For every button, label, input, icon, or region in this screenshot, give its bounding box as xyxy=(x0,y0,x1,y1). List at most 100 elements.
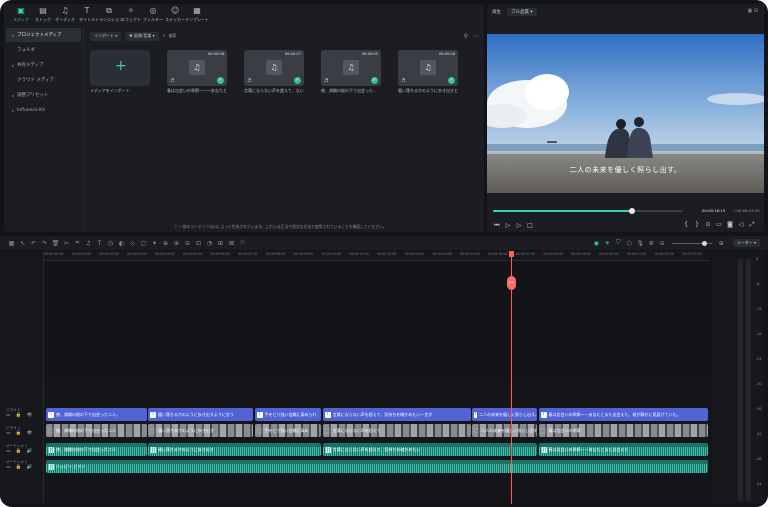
camera-icon[interactable]: ◙ xyxy=(726,221,734,229)
clock-icon[interactable]: ◔ xyxy=(204,240,215,247)
zoom-knob[interactable] xyxy=(701,240,707,246)
video-clip[interactable]: ▶優い落ちるかのように歩き出す xyxy=(147,424,254,437)
render-icon[interactable]: ⬡ xyxy=(624,240,635,247)
zoom-plus-icon[interactable]: ⊕ xyxy=(716,240,727,247)
side-nav-item[interactable]: クラウド メディア xyxy=(6,73,81,87)
import-dropdown[interactable]: インポート ▾ xyxy=(90,31,122,41)
search-input[interactable]: 検索 xyxy=(168,32,428,41)
mask-icon[interactable]: ▢ xyxy=(138,240,149,247)
title-clip[interactable]: T 優い落ちるかのように歩き出すように言う xyxy=(147,408,254,421)
media-thumbnail[interactable]: 00:00:06 ♫ ♬ ✓ xyxy=(167,50,227,86)
speed-icon[interactable]: ◷ xyxy=(105,240,116,247)
playback-progress-bar[interactable] xyxy=(493,208,683,214)
track-controls-icon[interactable]: ▭ 🔒 🔊 xyxy=(6,449,42,454)
video-clip[interactable]: ▶手をとり強い信頼に高め xyxy=(254,424,322,437)
media-card[interactable]: 00:00:06♫ ♬ ✓ 春は出会いの季節ーーーあなたとは... xyxy=(167,50,227,98)
asset-tab-effect[interactable]: ✧ エフェクト xyxy=(120,4,142,26)
asset-tab-transition[interactable]: ⧉ トランジション xyxy=(95,4,123,26)
speed-icon[interactable]: ⊙ xyxy=(704,221,712,229)
media-thumbnail[interactable]: 00:00:06 ♫ ♬ ✓ xyxy=(398,50,458,86)
audio-clip[interactable]: ♪優い落ちるかのように歩き出す xyxy=(147,443,322,456)
mic-icon[interactable]: 🎙 xyxy=(635,240,646,247)
asset-tab-music-note[interactable]: ♫ オーディオ xyxy=(54,4,76,26)
video-clip[interactable]: ▶春は出会いの季節 xyxy=(538,424,708,437)
stabilize-icon[interactable]: ⊕ xyxy=(160,240,171,247)
video-clip[interactable]: ▶夜、満開の桜の下で出会った二人 xyxy=(46,424,147,437)
track-controls-icon[interactable]: ▭ 🔒 👁 xyxy=(6,431,42,436)
voiceover-icon[interactable]: ≣ xyxy=(646,240,657,247)
audio-clip[interactable]: ♪夜、満開の桜の下で出会った二人 xyxy=(46,443,147,456)
side-nav-item[interactable]: ▸ 調整プリセット xyxy=(6,88,81,102)
stop-icon[interactable]: □ xyxy=(526,222,534,229)
snap-icon[interactable]: ✳ xyxy=(602,240,613,247)
play-icon[interactable]: ▷ xyxy=(504,222,512,229)
media-thumbnail[interactable]: 00:00:05 ♫ ♬ ✓ xyxy=(321,50,381,86)
auto-ripple-icon[interactable]: ◉ xyxy=(591,240,602,247)
select-icon[interactable]: ↖ xyxy=(17,240,28,247)
media-card[interactable]: 00:00:05 ♫ ♬ ✓ 夜、満開の桜の下で出会った... xyxy=(321,50,381,98)
title-clip[interactable]: T 言葉にならない声を超えて、気持ちを確かめたい一言が xyxy=(322,408,471,421)
side-nav-item[interactable]: フォルダ xyxy=(6,43,81,57)
fit-icon[interactable]: ⊡ xyxy=(193,240,204,247)
audio-clip[interactable]: ♪春は出会いの季節ーーあなたとまた出会えた xyxy=(538,443,708,456)
audio-clip[interactable]: ♪言葉にならない声を超えて、気持ちを確かめたい xyxy=(322,443,538,456)
media-thumbnail[interactable]: 00:00:07 ♫ ♬ ✓ xyxy=(244,50,304,86)
progress-handle[interactable] xyxy=(628,208,635,214)
track-controls-icon[interactable]: ▭ 🔒 🔊 xyxy=(6,465,42,470)
asset-tab-stock[interactable]: ▤ ストック xyxy=(32,4,54,26)
layout-icon[interactable]: ▦ xyxy=(6,240,17,247)
preview-video[interactable]: 二人の未来を優しく照らし出す。 xyxy=(487,34,764,193)
timeline-ruler[interactable]: 00:00:00:00 00:00:01:00 00:00:02:00 00:00:0… xyxy=(44,251,710,261)
more-tools-icon[interactable]: ⤫ xyxy=(237,239,248,247)
delete-icon[interactable]: 🗑 xyxy=(50,240,61,247)
display-icon[interactable]: ▭ xyxy=(715,221,723,229)
title-clip[interactable]: T 夜、満開の桜の下で出会った二人。 xyxy=(46,408,147,421)
media-card[interactable]: 00:00:07♫ ♬ ✓ 言葉にならない声を超えて、ないほうが... xyxy=(244,50,304,98)
video-clip[interactable]: ▶二人の未来を優しく照らし出す xyxy=(472,424,538,437)
snapshot-icon[interactable]: ▣ ⊟ xyxy=(747,8,758,14)
title-clip[interactable]: T 二人の未来を優しく照らし出す。 xyxy=(472,408,538,421)
side-nav-item[interactable]: ▸ Influence Kit xyxy=(6,103,81,117)
redo-icon[interactable]: ↷ xyxy=(39,240,50,247)
track-controls-icon[interactable]: ▭ 🔒 👁 xyxy=(6,413,42,418)
media-card[interactable]: 00:00:06♫ ♬ ✓ 暖い落ちるかのように歩き出すとき... xyxy=(398,50,458,98)
next-frame-icon[interactable]: ▷ xyxy=(515,222,523,229)
split-icon[interactable]: ✂ xyxy=(61,240,72,247)
timeline-lanes[interactable]: T 夜、満開の桜の下で出会った二人。 T 優い落ちるかのように歩き出すように言う T 手を… xyxy=(44,262,710,504)
marker-icon[interactable]: ⛉ xyxy=(613,239,624,247)
undo-icon[interactable]: ↶ xyxy=(28,240,39,247)
mark-in-icon[interactable]: { xyxy=(682,221,690,229)
more-icon[interactable]: ⋯ xyxy=(473,33,479,40)
playhead-drag-handle[interactable]: ↔ xyxy=(506,276,516,290)
meter-dropdown[interactable]: メーター ▾ xyxy=(732,239,760,247)
audio-icon[interactable]: ♫ xyxy=(83,240,94,247)
asset-tab-filter[interactable]: ◎ フィルター xyxy=(142,4,164,26)
title-clip[interactable]: T 春は出会いの季節ーーあなたとまた出会えた、桜が静かに見届けていた。 xyxy=(538,408,708,421)
previous-frame-icon[interactable]: ⏮ xyxy=(493,222,501,230)
import-media-card[interactable]: + メディアをインポート xyxy=(90,50,150,98)
asset-tab-media[interactable]: ▣ メディア xyxy=(10,4,32,26)
ai-media-dropdown[interactable]: ✱ 画像/音楽 ▾ xyxy=(125,31,159,41)
title-clip[interactable]: T 手をとり強い信頼に高められ xyxy=(254,408,322,421)
keyframe-icon[interactable]: ◇ xyxy=(127,240,138,247)
quality-dropdown[interactable]: フル品質 ▾ xyxy=(507,8,537,16)
zoom-out-icon[interactable]: ⊖ xyxy=(182,240,193,247)
volume-icon[interactable]: ◁ xyxy=(737,221,745,229)
text-icon[interactable]: T xyxy=(94,240,105,247)
color-icon[interactable]: ◐ xyxy=(116,240,127,247)
mosaic-icon[interactable]: ⊞ xyxy=(215,240,226,247)
media-thumbnail[interactable]: + xyxy=(90,50,150,86)
asset-tab-template[interactable]: ▦ テンプレート xyxy=(185,4,209,26)
side-nav-item[interactable]: ▾ プロジェクトメディア xyxy=(6,28,81,42)
group-icon[interactable]: ⊠ xyxy=(226,240,237,247)
asset-tab-sticker[interactable]: ☺ ステッカー xyxy=(164,4,186,26)
effect-icon[interactable]: ✦ xyxy=(149,240,160,247)
music-clip[interactable]: ♪ハッピー ピアノ xyxy=(46,460,708,473)
side-nav-item[interactable]: ▸ 共有メディア xyxy=(6,58,81,72)
crop-icon[interactable]: ⌗ xyxy=(72,239,83,247)
timeline-zoom-slider[interactable] xyxy=(671,240,712,246)
video-clip[interactable]: ▶言葉にならない声を超えて xyxy=(322,424,471,437)
zoom-minus-icon[interactable]: ⊖ xyxy=(657,240,668,247)
fullscreen-icon[interactable]: ⤢ xyxy=(748,221,756,229)
mark-out-icon[interactable]: } xyxy=(693,221,701,229)
